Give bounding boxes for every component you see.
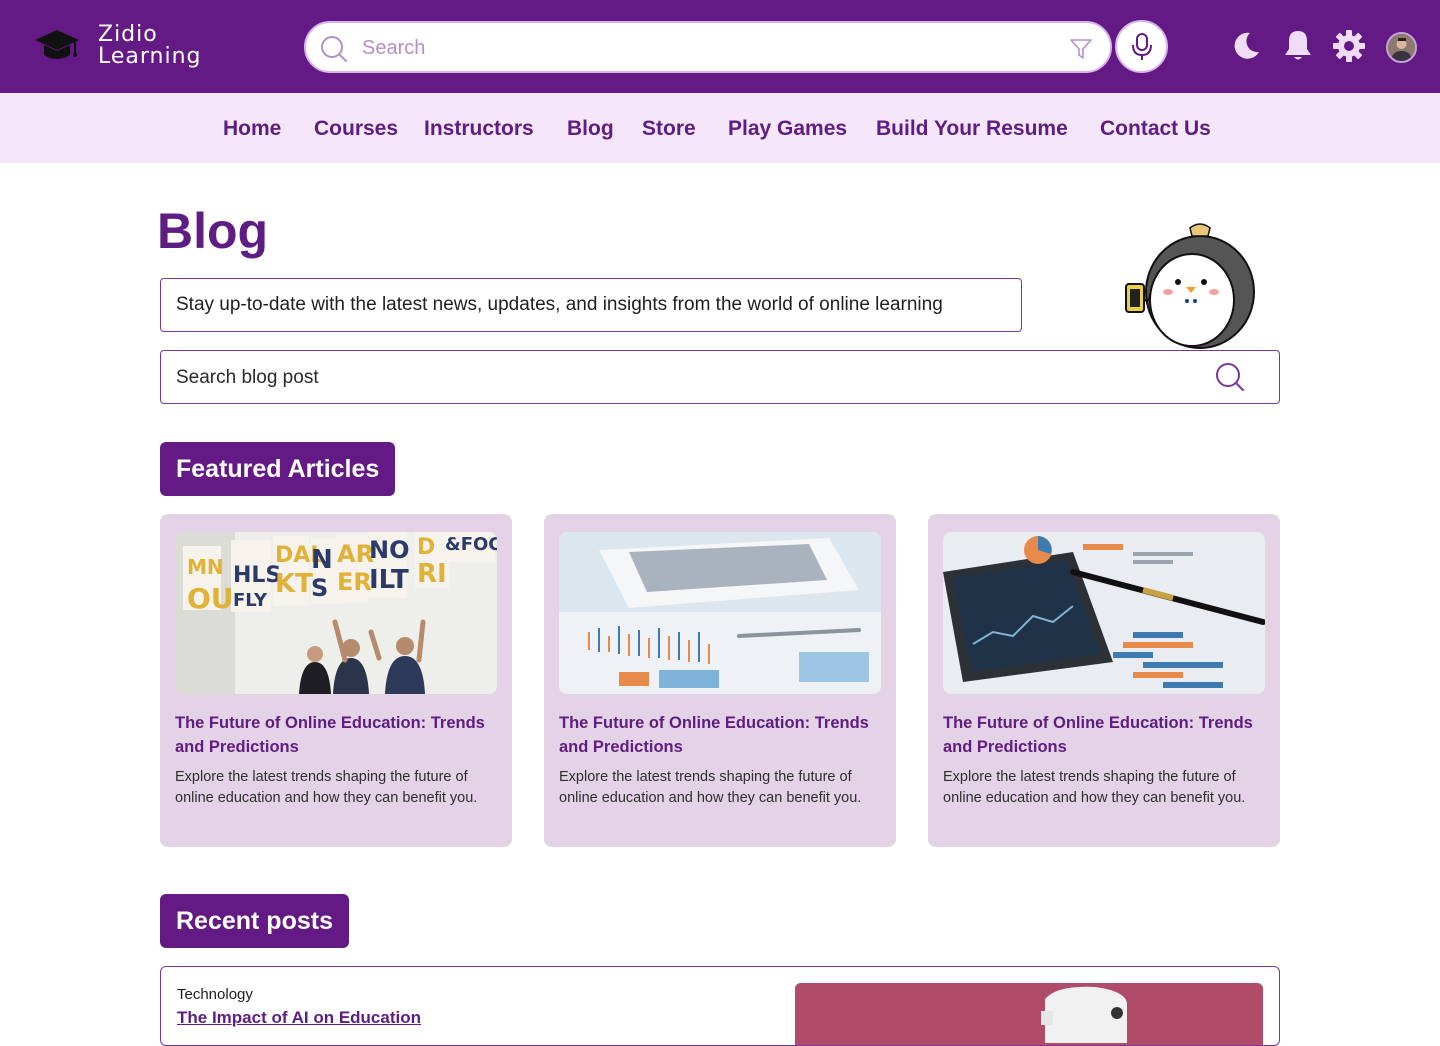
svg-text:ER: ER [337, 568, 372, 596]
card-title[interactable]: The Future of Online Education: Trends a… [559, 711, 881, 759]
featured-card[interactable]: The Future of Online Education: Trends a… [544, 514, 896, 847]
nav-item-play-games[interactable]: Play Games [728, 117, 847, 141]
card-title[interactable]: The Future of Online Education: Trends a… [175, 711, 497, 759]
nav-item-instructors[interactable]: Instructors [424, 117, 534, 141]
nav-item-store[interactable]: Store [642, 117, 696, 141]
avatar[interactable] [1386, 32, 1417, 63]
post-category: Technology [177, 986, 253, 1003]
voice-search-button[interactable] [1115, 20, 1168, 73]
gear-icon[interactable] [1333, 30, 1365, 62]
robot-photo [795, 983, 1263, 1045]
post-title[interactable]: The Impact of AI on Education [177, 1008, 421, 1028]
top-bar: Zidio Learning [0, 0, 1440, 93]
featured-card[interactable]: MN OU HLS FLY DAL KT N S AR ER NO ILT D … [160, 514, 512, 847]
card-description: Explore the latest trends shaping the fu… [175, 769, 478, 806]
bell-icon[interactable] [1282, 29, 1314, 63]
blog-tagline: Stay up-to-date with the latest news, up… [160, 278, 1022, 332]
svg-text:MN: MN [187, 555, 224, 579]
svg-text:NO: NO [369, 536, 410, 564]
card-image: MN OU HLS FLY DAL KT N S AR ER NO ILT D … [175, 532, 497, 694]
global-search [304, 21, 1112, 73]
user-photo-icon [1388, 34, 1415, 61]
microphone-icon [1131, 32, 1152, 60]
nav-item-courses[interactable]: Courses [314, 117, 398, 141]
nav-item-home[interactable]: Home [223, 117, 281, 141]
search-icon[interactable] [1215, 362, 1245, 392]
team-pointing-photo: MN OU HLS FLY DAL KT N S AR ER NO ILT D … [175, 532, 497, 694]
card-description: Explore the latest trends shaping the fu… [559, 769, 862, 806]
svg-text:RI: RI [417, 559, 447, 589]
featured-articles-heading: Featured Articles [160, 442, 396, 496]
moon-icon[interactable] [1230, 30, 1262, 62]
svg-text:FLY: FLY [233, 590, 268, 611]
post-image [795, 983, 1263, 1045]
tablet-pen-charts-photo [943, 532, 1265, 694]
penguin-mascot-icon [1125, 223, 1255, 349]
card-description: Explore the latest trends shaping the fu… [943, 769, 1246, 806]
brand-name: Zidio Learning [98, 24, 202, 68]
svg-text:D: D [417, 535, 435, 560]
svg-text:OU: OU [187, 582, 234, 615]
svg-text:S: S [311, 574, 328, 602]
recent-post-card[interactable]: Technology The Impact of AI on Education [160, 966, 1280, 1046]
blog-search-box [160, 350, 1280, 404]
card-title[interactable]: The Future of Online Education: Trends a… [943, 711, 1265, 759]
featured-card[interactable]: The Future of Online Education: Trends a… [928, 514, 1280, 847]
brand-line-2: Learning [98, 44, 202, 69]
graduation-cap-icon [35, 30, 79, 59]
svg-text:N: N [311, 545, 333, 575]
blog-search-input[interactable] [176, 364, 1176, 392]
brand-logo[interactable]: Zidio Learning [34, 24, 202, 68]
svg-text:ILT: ILT [369, 565, 409, 595]
nav-item-build-resume[interactable]: Build Your Resume [876, 117, 1068, 141]
recent-posts-heading: Recent posts [160, 894, 349, 948]
svg-text:&FOC: &FOC [445, 534, 497, 555]
search-icon[interactable] [320, 35, 348, 63]
nav-item-contact-us[interactable]: Contact Us [1100, 117, 1211, 141]
svg-text:KT: KT [275, 569, 313, 599]
page-title: Blog [157, 203, 269, 259]
search-input[interactable] [362, 33, 1042, 63]
brand-line-1: Zidio [98, 22, 158, 47]
card-image [559, 532, 881, 694]
card-image [943, 532, 1265, 694]
tablet-charts-photo [559, 532, 881, 694]
nav-item-blog[interactable]: Blog [567, 117, 614, 141]
main-nav: Home Courses Instructors Blog Store Play… [0, 93, 1440, 163]
filter-icon[interactable] [1070, 38, 1092, 60]
